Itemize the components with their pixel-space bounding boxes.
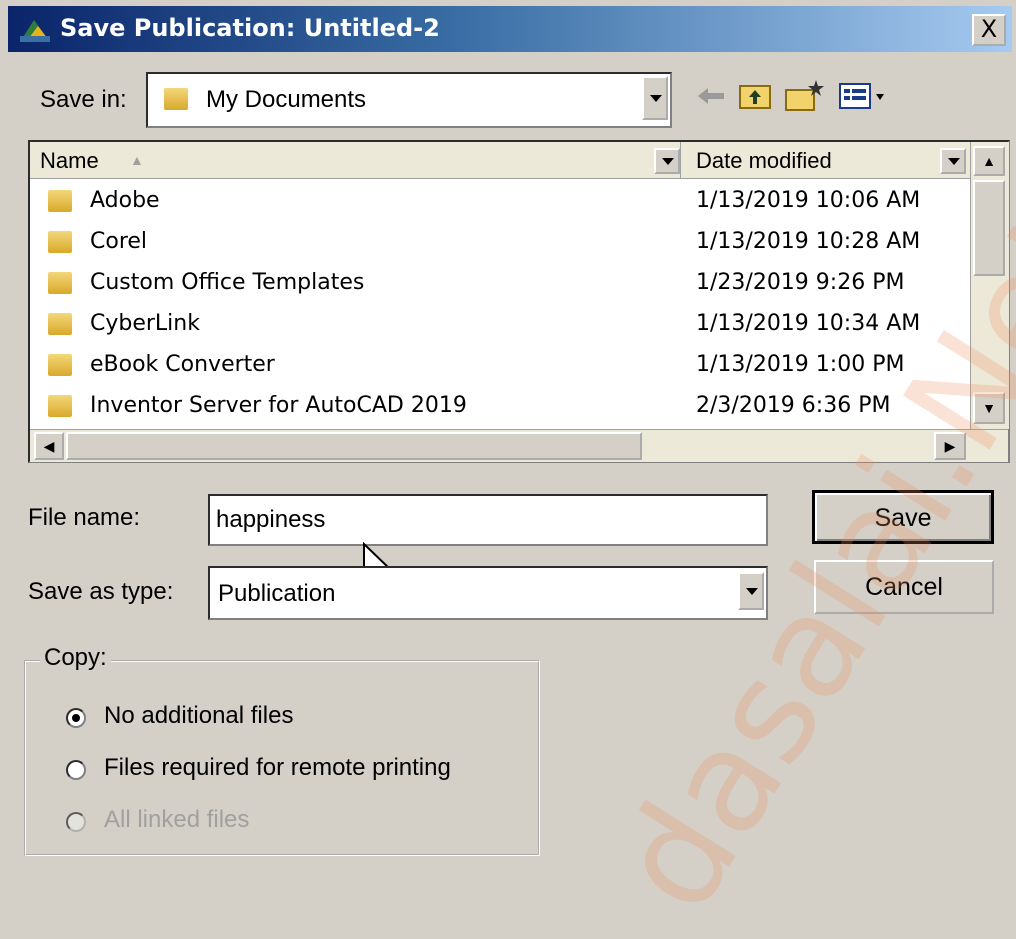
file-name: Inventor Server for AutoCAD 2019 [90,393,467,418]
file-name-label: File name: [28,504,141,531]
folder-icon [48,272,72,294]
file-name: Custom Office Templates [90,270,365,295]
radio-label-disabled: All linked files [104,806,250,833]
scroll-thumb-vertical[interactable] [973,180,1005,276]
date-column-dropdown[interactable] [940,148,966,174]
copy-legend: Copy: [40,644,111,672]
save-button[interactable]: Save [812,490,994,544]
file-date: 1/13/2019 10:28 AM [696,229,921,254]
file-name: Adobe [90,188,160,213]
publisher-app-icon [18,16,52,44]
copy-groupbox: Copy: No additional files Files required… [24,644,540,856]
vertical-scrollbar[interactable]: ▲ ▼ [970,142,1009,429]
save-as-type-label: Save as type: [28,578,174,605]
radio-button[interactable] [66,760,86,780]
list-item[interactable]: CyberLink 1/13/2019 10:34 AM [30,305,970,346]
file-date: 2/3/2019 6:36 PM [696,393,891,418]
cancel-button[interactable]: Cancel [814,560,994,614]
folder-icon [48,395,72,417]
list-item[interactable]: Adobe 1/13/2019 10:06 AM [30,182,970,223]
date-column-header[interactable]: Date modified [686,142,966,178]
window-title: Save Publication: Untitled-2 [60,14,440,42]
my-documents-icon [164,88,188,110]
scroll-down-button[interactable]: ▼ [973,392,1005,424]
file-date: 1/13/2019 10:06 AM [696,188,921,213]
list-item[interactable]: eBook Converter 1/13/2019 1:00 PM [30,346,970,387]
file-name-input[interactable]: happiness [208,494,768,546]
save-in-dropdown[interactable]: My Documents [146,72,672,128]
save-in-dropdown-button[interactable] [642,76,668,120]
save-as-type-value: Publication [218,580,336,607]
radio-button-checked[interactable] [66,708,86,728]
folder-icon [48,231,72,253]
file-list: Name ▲ Date modified Adobe 1/13/2019 10:… [28,140,1010,463]
save-in-value: My Documents [206,86,367,113]
list-header: Name ▲ Date modified [30,142,1008,179]
save-in-label: Save in: [40,86,127,113]
list-item[interactable]: Custom Office Templates 1/23/2019 9:26 P… [30,264,970,305]
list-item[interactable]: Inventor Server for AutoCAD 2019 2/3/201… [30,387,970,428]
name-header-label: Name [40,148,99,173]
up-one-level-icon[interactable] [738,80,772,110]
folder-icon [48,354,72,376]
file-name: CyberLink [90,311,200,336]
name-column-header[interactable]: Name ▲ [30,142,681,178]
horizontal-scrollbar[interactable]: ◀ ▶ [30,429,1008,462]
radio-label: No additional files [104,702,294,729]
new-folder-icon[interactable] [784,78,824,112]
radio-button-disabled [66,812,86,832]
file-name-value: happiness [216,506,326,533]
file-date: 1/13/2019 1:00 PM [696,352,905,377]
title-bar: Save Publication: Untitled-2 X [8,6,1012,52]
scroll-thumb-horizontal[interactable] [66,432,642,460]
close-button[interactable]: X [972,14,1006,46]
name-column-dropdown[interactable] [654,148,680,174]
radio-files-required-remote-printing[interactable]: Files required for remote printing [66,754,506,786]
radio-all-linked-files: All linked files [66,806,506,838]
view-menu-icon[interactable] [838,82,888,112]
file-date: 1/13/2019 10:34 AM [696,311,921,336]
save-dialog: Save Publication: Untitled-2 X Save in: … [0,0,1016,938]
save-as-type-dropdown-button[interactable] [738,572,764,610]
scroll-up-button[interactable]: ▲ [973,146,1005,176]
radio-label: Files required for remote printing [104,754,451,781]
scroll-left-button[interactable]: ◀ [34,432,64,460]
scroll-right-button[interactable]: ▶ [934,432,966,460]
file-date: 1/23/2019 9:26 PM [696,270,905,295]
save-as-type-dropdown[interactable]: Publication [208,566,768,620]
sort-ascending-icon: ▲ [130,152,144,168]
file-name: eBook Converter [90,352,275,377]
radio-no-additional-files[interactable]: No additional files [66,702,506,734]
folder-icon [48,190,72,212]
back-arrow-icon[interactable] [696,84,726,108]
file-name: Corel [90,229,148,254]
list-item[interactable]: Corel 1/13/2019 10:28 AM [30,223,970,264]
date-header-label: Date modified [696,148,832,173]
folder-icon [48,313,72,335]
